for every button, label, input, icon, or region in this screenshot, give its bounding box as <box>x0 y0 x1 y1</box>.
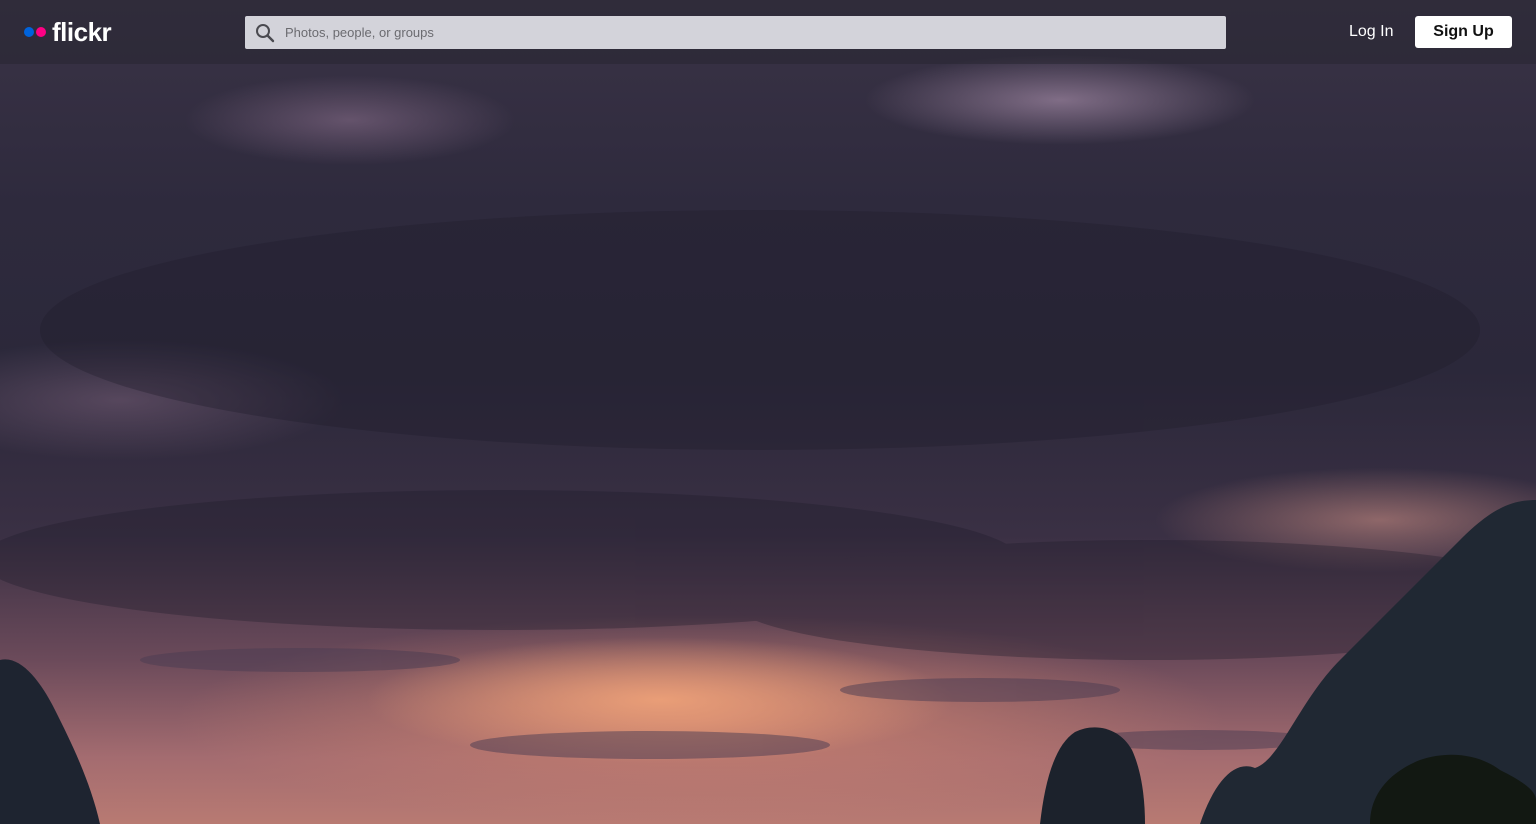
hero-background <box>0 0 1536 824</box>
search-bar[interactable] <box>245 16 1226 49</box>
search-icon[interactable] <box>245 16 285 49</box>
logo-wordmark: flickr <box>52 17 112 47</box>
flickr-logo[interactable]: flickr <box>24 17 112 47</box>
signup-button[interactable]: Sign Up <box>1415 16 1512 48</box>
hero-landscape <box>0 210 1536 824</box>
logo-pink-dot <box>36 27 46 37</box>
search-input[interactable] <box>285 16 1226 49</box>
top-navigation-bar: flickr Log In Sign Up <box>0 0 1536 64</box>
logo-blue-dot <box>24 27 34 37</box>
login-link[interactable]: Log In <box>1340 20 1402 44</box>
